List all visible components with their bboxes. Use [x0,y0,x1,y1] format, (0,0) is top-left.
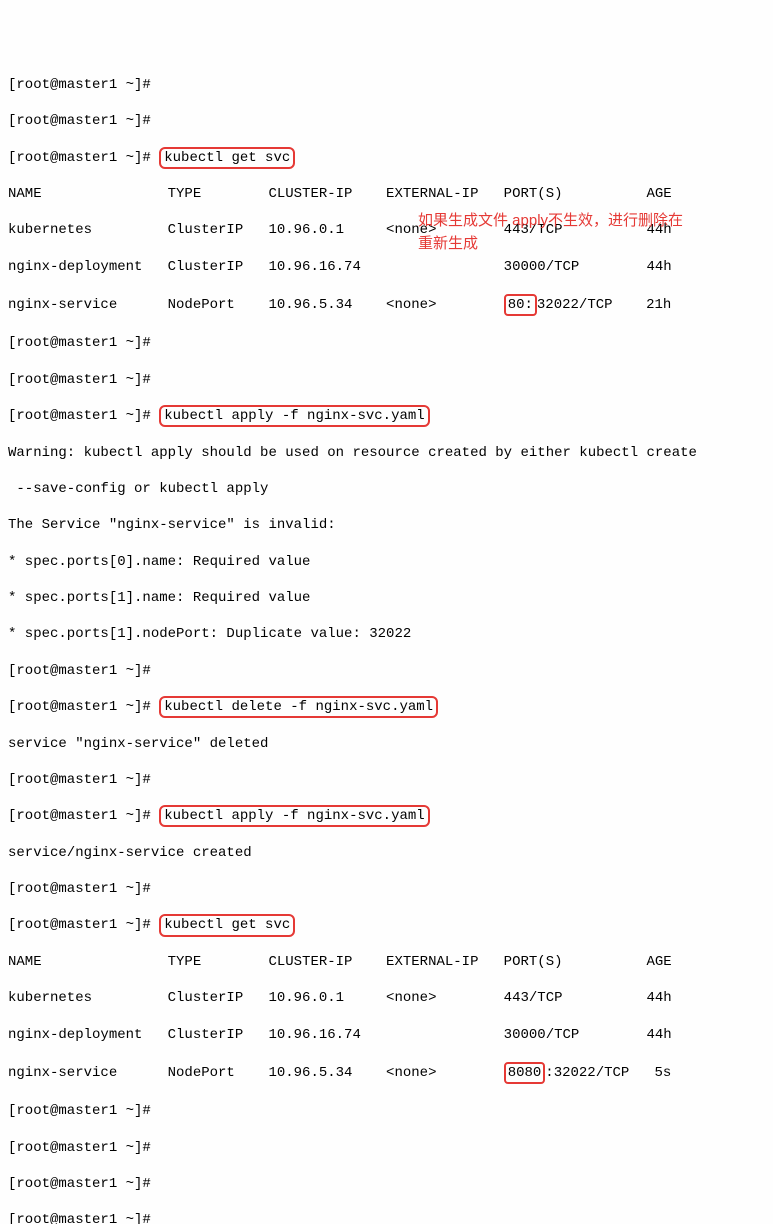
prompt-line: [root@master1 ~]# [8,1175,765,1193]
table-header: NAME TYPE CLUSTER-IP EXTERNAL-IP PORT(S)… [8,953,765,971]
warning-line: * spec.ports[0].name: Required value [8,553,765,571]
prompt: [root@master1 ~]# [8,335,159,351]
port-highlight: 8080 [504,1062,546,1084]
table-row: nginx-service NodePort 10.96.5.34 <none>… [8,294,765,316]
prompt: [root@master1 ~]# [8,699,159,715]
cmd-apply[interactable]: kubectl apply -f nginx-svc.yaml [159,405,429,427]
warning-line: The Service "nginx-service" is invalid: [8,516,765,534]
prompt: [root@master1 ~]# [8,808,159,824]
cmd-line: [root@master1 ~]# kubectl get svc [8,916,765,934]
prompt: [root@master1 ~]# [8,408,159,424]
note-line1: 如果生成文件 apply不生效，进行删除在 [418,210,683,233]
prompt-line: [root@master1 ~]# [8,880,765,898]
prompt: [root@master1 ~]# [8,917,159,933]
port-highlight: 80: [504,294,537,316]
cmd-line: [root@master1 ~]# kubectl get svc [8,149,765,167]
prompt-line: [root@master1 ~]# [8,112,765,130]
prompt: [root@master1 ~]# [8,1176,159,1192]
prompt: [root@master1 ~]# [8,663,159,679]
warning-line: * spec.ports[1].nodePort: Duplicate valu… [8,625,765,643]
prompt: [root@master1 ~]# [8,1212,159,1224]
table-row: nginx-deployment ClusterIP 10.96.16.74 3… [8,1026,765,1044]
prompt: [root@master1 ~]# [8,881,159,897]
note-line2: 重新生成 [418,233,683,256]
prompt: [root@master1 ~]# [8,372,159,388]
prompt: [root@master1 ~]# [8,772,159,788]
cmd-delete[interactable]: kubectl delete -f nginx-svc.yaml [159,696,438,718]
table-row: nginx-service NodePort 10.96.5.34 <none>… [8,1062,765,1084]
cmd-get-svc[interactable]: kubectl get svc [159,914,295,936]
prompt-line: [root@master1 ~]# [8,1102,765,1120]
annotation-note: 如果生成文件 apply不生效，进行删除在 重新生成 [418,210,683,255]
prompt-line: [root@master1 ~]# [8,662,765,680]
table-header: NAME TYPE CLUSTER-IP EXTERNAL-IP PORT(S)… [8,185,765,203]
cmd-line: [root@master1 ~]# kubectl apply -f nginx… [8,407,765,425]
warning-line: Warning: kubectl apply should be used on… [8,444,765,462]
prompt-line: [root@master1 ~]# [8,334,765,352]
prompt: [root@master1 ~]# [8,150,159,166]
warning-line: --save-config or kubectl apply [8,480,765,498]
cmd-apply[interactable]: kubectl apply -f nginx-svc.yaml [159,805,429,827]
prompt-line: [root@master1 ~]# [8,371,765,389]
warning-line: * spec.ports[1].name: Required value [8,589,765,607]
cmd-line: [root@master1 ~]# kubectl apply -f nginx… [8,807,765,825]
cmd-get-svc[interactable]: kubectl get svc [159,147,295,169]
msg-deleted: service "nginx-service" deleted [8,735,765,753]
table-row: kubernetes ClusterIP 10.96.0.1 <none> 44… [8,989,765,1007]
prompt-line: [root@master1 ~]# [8,1139,765,1157]
prompt: [root@master1 ~]# [8,1103,159,1119]
prompt-line: [root@master1 ~]# [8,76,765,94]
cmd-line: [root@master1 ~]# kubectl delete -f ngin… [8,698,765,716]
prompt: [root@master1 ~]# [8,77,159,93]
prompt-line: [root@master1 ~]# [8,771,765,789]
prompt: [root@master1 ~]# [8,113,159,129]
prompt-line: [root@master1 ~]# [8,1211,765,1224]
msg-created: service/nginx-service created [8,844,765,862]
prompt: [root@master1 ~]# [8,1140,159,1156]
table-row: nginx-deployment ClusterIP 10.96.16.74 3… [8,258,765,276]
